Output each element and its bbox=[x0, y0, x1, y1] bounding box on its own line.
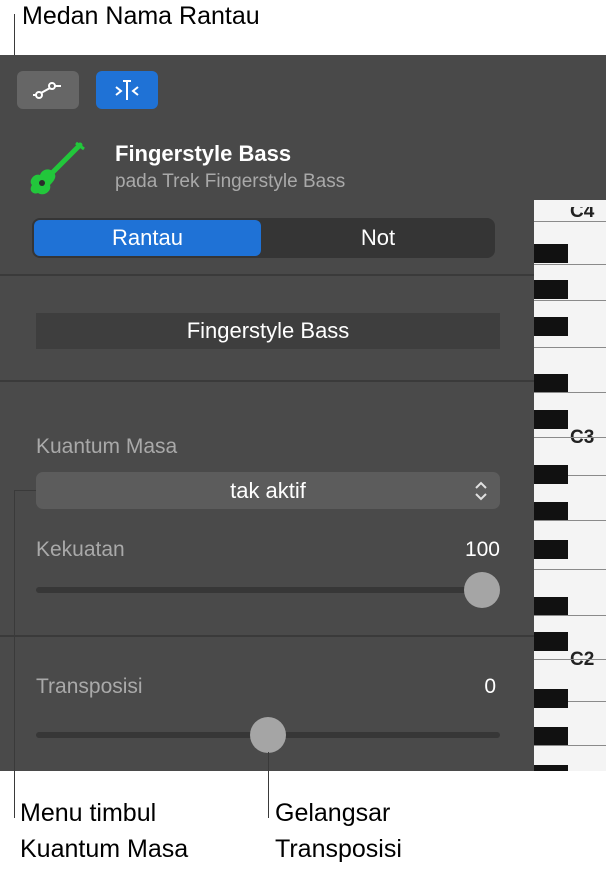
divider bbox=[0, 635, 534, 637]
white-key bbox=[534, 520, 606, 521]
callout-leader-quantize bbox=[14, 490, 15, 818]
callout-transpose-line1: Gelangsar bbox=[275, 799, 391, 827]
callout-transpose-slider: Gelangsar Transposisi bbox=[275, 795, 402, 867]
black-key[interactable] bbox=[534, 765, 568, 771]
track-name: Fingerstyle Bass bbox=[115, 141, 292, 166]
region-inspector-panel: Fingerstyle Bass pada Trek Fingerstyle B… bbox=[0, 55, 606, 771]
black-key[interactable] bbox=[534, 465, 568, 484]
callout-quantize-line1: Menu timbul bbox=[20, 799, 157, 827]
black-key[interactable] bbox=[534, 689, 568, 708]
tab-notes[interactable]: Not bbox=[263, 220, 493, 256]
chevron-up-down-icon bbox=[475, 481, 487, 501]
automation-curve-icon bbox=[33, 82, 61, 99]
strength-slider-track[interactable] bbox=[36, 587, 500, 593]
callout-leader-quantize-tick bbox=[14, 490, 36, 491]
black-key[interactable] bbox=[534, 244, 568, 263]
divider bbox=[0, 380, 534, 382]
white-key bbox=[534, 221, 606, 222]
white-key bbox=[534, 659, 606, 660]
white-key bbox=[534, 347, 606, 348]
callout-quantize-menu: Menu timbul Kuantum Masa bbox=[20, 795, 188, 867]
quantize-label: Kuantum Masa bbox=[36, 435, 178, 458]
strength-label: Kekuatan bbox=[36, 538, 125, 561]
callout-transpose-line2: Transposisi bbox=[275, 835, 402, 863]
white-key bbox=[534, 569, 606, 570]
quantize-value: tak aktif bbox=[230, 477, 306, 503]
black-key[interactable] bbox=[534, 502, 568, 521]
black-key[interactable] bbox=[534, 632, 568, 651]
black-key[interactable] bbox=[534, 410, 568, 429]
white-key bbox=[534, 264, 606, 265]
white-key bbox=[534, 392, 606, 393]
octave-label-c3: C3 bbox=[570, 427, 595, 448]
smart-controls-button[interactable] bbox=[96, 71, 158, 109]
transpose-slider-knob[interactable] bbox=[250, 717, 286, 753]
bass-guitar-icon bbox=[30, 141, 85, 195]
octave-label-c2: C2 bbox=[570, 649, 595, 670]
white-key bbox=[534, 745, 606, 746]
black-key[interactable] bbox=[534, 280, 568, 299]
automation-button[interactable] bbox=[17, 71, 79, 109]
black-key[interactable] bbox=[534, 727, 568, 746]
black-key[interactable] bbox=[534, 317, 568, 336]
black-key[interactable] bbox=[534, 540, 568, 559]
quantize-popup-menu[interactable]: tak aktif bbox=[36, 472, 500, 509]
black-key[interactable] bbox=[534, 374, 568, 393]
tab-region[interactable]: Rantau bbox=[34, 220, 261, 256]
transpose-value: 0 bbox=[484, 675, 496, 698]
strength-slider-knob[interactable] bbox=[464, 572, 500, 608]
callout-region-name-field: Medan Nama Rantau bbox=[22, 2, 260, 30]
smart-controls-icon bbox=[115, 80, 139, 100]
region-notes-segmented-control: Rantau Not bbox=[32, 218, 495, 258]
region-name-field[interactable]: Fingerstyle Bass bbox=[36, 313, 500, 349]
white-key bbox=[534, 300, 606, 301]
white-key bbox=[534, 615, 606, 616]
black-key[interactable] bbox=[534, 597, 568, 616]
piano-keyboard[interactable]: C4 C3 C2 bbox=[534, 207, 606, 771]
white-key bbox=[534, 437, 606, 438]
strength-value: 100 bbox=[464, 538, 500, 561]
callout-leader-transpose bbox=[268, 752, 269, 818]
callout-quantize-line2: Kuantum Masa bbox=[20, 835, 189, 863]
divider bbox=[0, 274, 534, 276]
track-subtitle: pada Trek Fingerstyle Bass bbox=[115, 171, 346, 192]
transpose-label: Transposisi bbox=[36, 675, 143, 698]
